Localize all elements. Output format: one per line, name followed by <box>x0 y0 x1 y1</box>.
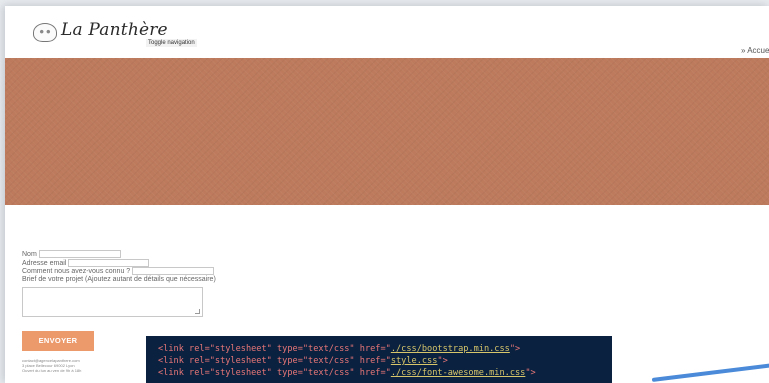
source-label: Comment nous avez-vous connu ? <box>22 268 131 276</box>
submit-button[interactable]: ENVOYER <box>22 331 94 351</box>
code-prefix: <link rel="stylesheet" type="text/css" h… <box>158 344 391 354</box>
toggle-navigation-button[interactable]: Toggle navigation <box>146 39 197 47</box>
name-field[interactable] <box>38 250 121 258</box>
code-prefix: <link rel="stylesheet" type="text/css" h… <box>158 368 391 378</box>
code-suffix: "> <box>437 356 448 366</box>
source-field[interactable] <box>132 267 215 276</box>
email-field[interactable] <box>68 258 150 267</box>
navbar: La Panthère Toggle navigation » Accueil <box>5 6 769 58</box>
contact-form: Nom Adresse email Comment nous avez-vous… <box>22 250 216 318</box>
nav-link-accueil-label: Accueil <box>747 46 769 55</box>
brief-label: Brief de votre projet (Ajoutez autant de… <box>22 275 216 283</box>
code-line: <link rel="stylesheet" type="text/css" h… <box>158 343 612 355</box>
hero-banner <box>5 58 769 205</box>
code-suffix: "> <box>509 344 521 354</box>
brand-title[interactable]: La Panthère <box>61 20 168 40</box>
name-label: Nom <box>22 250 37 258</box>
code-suffix: "> <box>525 368 536 378</box>
website-screenshot: La Panthère Toggle navigation » Accueil <box>5 6 769 383</box>
contact-hours: Ouvert du lun au ven de 9h à 18h <box>22 368 82 373</box>
code-line: <link rel="stylesheet" type="text/css" h… <box>158 367 612 379</box>
code-snippet: <link rel="stylesheet" type="text/css" h… <box>146 336 612 383</box>
brief-textarea[interactable] <box>22 287 203 318</box>
code-line: <link rel="stylesheet" type="text/css" h… <box>158 355 612 367</box>
code-href: ./css/font-awesome.min.css <box>390 368 526 378</box>
email-label: Adresse email <box>22 259 67 267</box>
panther-logo-icon[interactable] <box>33 23 57 42</box>
nav-link-accueil[interactable]: » Accueil <box>741 46 769 55</box>
code-href: ./css/bootstrap.min.css <box>390 344 510 354</box>
code-href: style.css <box>390 356 438 366</box>
code-prefix: <link rel="stylesheet" type="text/css" h… <box>158 356 391 366</box>
contact-info: contact@agencelapanthere.com 3 place Bel… <box>22 358 81 373</box>
